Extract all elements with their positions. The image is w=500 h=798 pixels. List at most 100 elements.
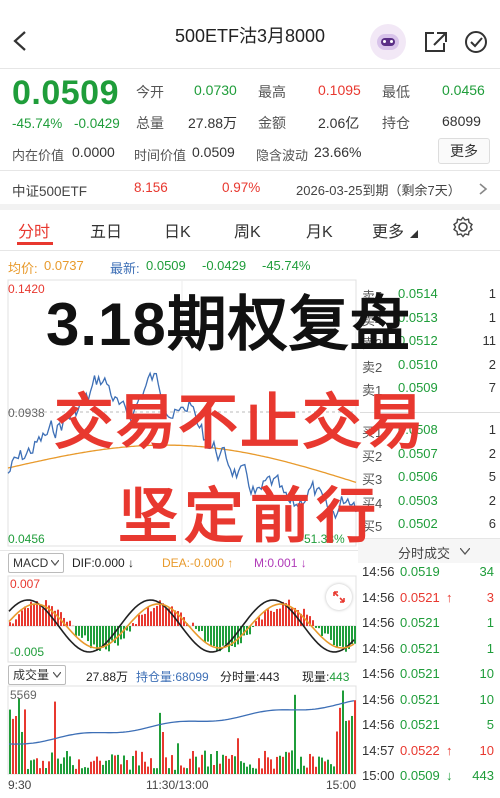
dea-label: DEA: (162, 556, 191, 570)
volume-bar (153, 768, 155, 774)
chart-y-bottom: 0.0456 (8, 532, 45, 546)
settings-gear-icon[interactable] (452, 216, 474, 238)
volume-bar (252, 767, 254, 774)
volume-bar (309, 753, 311, 774)
dea-value: -0.000 (190, 556, 225, 570)
macd-bar (312, 620, 314, 626)
deal-price: 0.0521 (400, 691, 440, 707)
tab-week-k[interactable]: 周K (234, 218, 261, 242)
tab-intraday[interactable]: 分时 (18, 218, 50, 242)
deal-time: 14:56 (362, 564, 395, 579)
open-interest-line (9, 700, 355, 745)
volume-bar (312, 756, 314, 774)
volume-bar (276, 756, 278, 774)
share-icon[interactable] (423, 30, 449, 54)
dropdown-triangle-icon (410, 230, 418, 238)
volume-bar (231, 754, 233, 774)
volume-bar (216, 751, 218, 774)
avg-label: 均价: (8, 261, 38, 276)
deal-price: 0.0519 (400, 564, 440, 579)
deal-direction: ↑ (446, 589, 453, 605)
ask-qty: 2 (488, 356, 496, 372)
volume-label: 总量 (136, 115, 164, 131)
volume-bar (222, 754, 224, 774)
overlay-subtitle-2: 坚定前行 (118, 483, 382, 550)
macd-bar (9, 622, 11, 626)
underlying-name[interactable]: 中证500ETF (12, 180, 87, 200)
volume-bar (213, 765, 215, 774)
m-value: 0.001 (267, 556, 298, 570)
cur-vol-value: 443 (329, 670, 350, 684)
tab-more[interactable]: 更多 (372, 218, 404, 242)
volume-bar (129, 769, 131, 774)
volume-chart[interactable] (0, 684, 360, 776)
macd-bar (15, 619, 17, 626)
deal-row: 14:56 0.0521 1 (360, 615, 500, 641)
macd-bar (165, 608, 167, 626)
volume-bar (60, 763, 62, 774)
volume-bar (180, 765, 182, 774)
time-axis-mid: 11:30/13:00 (146, 778, 209, 792)
macd-bar (153, 607, 155, 626)
checkmark-icon[interactable] (464, 30, 492, 54)
volume-selector[interactable]: 成交量 (8, 665, 66, 685)
volume-bar (318, 756, 320, 774)
macd-bar (258, 617, 260, 626)
active-tab-indicator (17, 242, 53, 245)
low-label: 最低 (382, 84, 410, 100)
volume-bar (297, 768, 299, 774)
volume-bar (126, 760, 128, 774)
amount-value: 2.06亿 (318, 115, 360, 131)
volume-bar (273, 768, 275, 774)
expand-icon[interactable] (326, 584, 352, 610)
top-bar: 500ETF沽3月8000 (0, 0, 500, 72)
macd-bar (45, 600, 47, 626)
chevron-down-icon[interactable] (460, 548, 470, 555)
chevron-right-icon[interactable] (478, 182, 488, 196)
assistant-avatar-icon[interactable] (370, 24, 406, 60)
latest-label: 最新: (110, 261, 140, 276)
min-vol-value: 443 (259, 670, 280, 684)
macd-chart[interactable] (0, 574, 360, 664)
tab-month-k[interactable]: 月K (306, 218, 333, 242)
macd-bar (276, 609, 278, 626)
volume-bar (108, 760, 110, 774)
volume-bar (285, 751, 287, 774)
macd-bar (144, 613, 146, 626)
deal-qty: 10 (479, 691, 494, 707)
change-pct: -45.74% (12, 116, 63, 131)
macd-bar (81, 626, 83, 638)
volume-bar (174, 769, 176, 774)
tab-day-k[interactable]: 日K (164, 218, 191, 242)
deal-price: 0.0521 (400, 640, 440, 656)
volume-bar (354, 700, 356, 774)
volume-bar (270, 759, 272, 774)
volume-bar (321, 757, 323, 774)
high-value: 0.1095 (318, 82, 361, 98)
deal-time: 15:00 (362, 768, 395, 783)
amount-label: 金额 (258, 115, 286, 131)
more-button[interactable]: 更多 (438, 138, 490, 164)
volume-bar (264, 750, 266, 774)
macd-bar (156, 605, 158, 626)
volume-bar (246, 766, 248, 774)
volume-bar (219, 763, 221, 774)
macd-selector[interactable]: MACD (8, 553, 64, 573)
iv-value: 23.66% (314, 144, 362, 160)
volume-bar (12, 718, 14, 774)
bid-qty: 5 (488, 469, 496, 484)
bid-qty: 2 (488, 492, 496, 508)
macd-bar (333, 626, 335, 645)
volume-bar (291, 750, 293, 774)
macd-bar (339, 626, 341, 647)
macd-bar (252, 626, 254, 628)
macd-bar (237, 626, 239, 645)
volume-bar (240, 761, 242, 774)
volume-bar (306, 767, 308, 774)
oi-readout-value: 68099 (175, 670, 209, 684)
macd-bar (279, 608, 281, 626)
macd-bar (195, 626, 197, 629)
overlay-subtitle-1: 交易不止交易 (54, 389, 426, 456)
macd-bar (354, 626, 356, 644)
tab-five-day[interactable]: 五日 (90, 218, 122, 242)
